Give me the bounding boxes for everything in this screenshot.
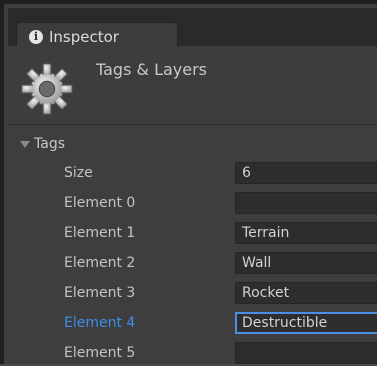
- tags-section: Tags Size 6 Element 0 Element 1 Terrain …: [8, 126, 377, 364]
- element-row: Element 3 Rocket: [8, 282, 377, 306]
- element-field-focused[interactable]: Destructible: [235, 312, 377, 334]
- inspector-window: i Inspector Tags & Layers Tags Size 6 El…: [0, 0, 377, 364]
- inspector-header: Tags & Layers: [8, 46, 377, 124]
- element-label: Element 0: [64, 195, 136, 211]
- tab-label: Inspector: [49, 27, 119, 46]
- tags-foldout[interactable]: Tags: [20, 134, 65, 154]
- element-row: Element 2 Wall: [8, 252, 377, 276]
- element-row-focused: Element 4 Destructible: [8, 312, 377, 336]
- element-label: Element 5: [64, 345, 136, 361]
- element-label: Element 3: [64, 285, 136, 301]
- size-label: Size: [64, 165, 93, 181]
- gear-icon: [21, 63, 73, 115]
- info-icon: i: [29, 29, 43, 44]
- divider: [8, 124, 377, 125]
- tags-foldout-label: Tags: [34, 136, 65, 152]
- header-title: Tags & Layers: [96, 60, 208, 79]
- triangle-down-icon: [20, 140, 30, 148]
- element-label: Element 1: [64, 225, 136, 241]
- element-label: Element 2: [64, 255, 136, 271]
- size-row: Size 6: [8, 162, 377, 186]
- element-row: Element 5: [8, 342, 377, 366]
- tab-bar: i Inspector: [8, 8, 377, 50]
- element-row: Element 1 Terrain: [8, 222, 377, 246]
- element-field[interactable]: Rocket: [235, 282, 377, 304]
- element-field[interactable]: [235, 342, 377, 364]
- element-row: Element 0: [8, 192, 377, 216]
- element-field[interactable]: Wall: [235, 252, 377, 274]
- element-label-focused: Element 4: [64, 315, 136, 331]
- element-field[interactable]: [235, 192, 377, 214]
- size-field[interactable]: 6: [235, 162, 377, 184]
- element-field[interactable]: Terrain: [235, 222, 377, 244]
